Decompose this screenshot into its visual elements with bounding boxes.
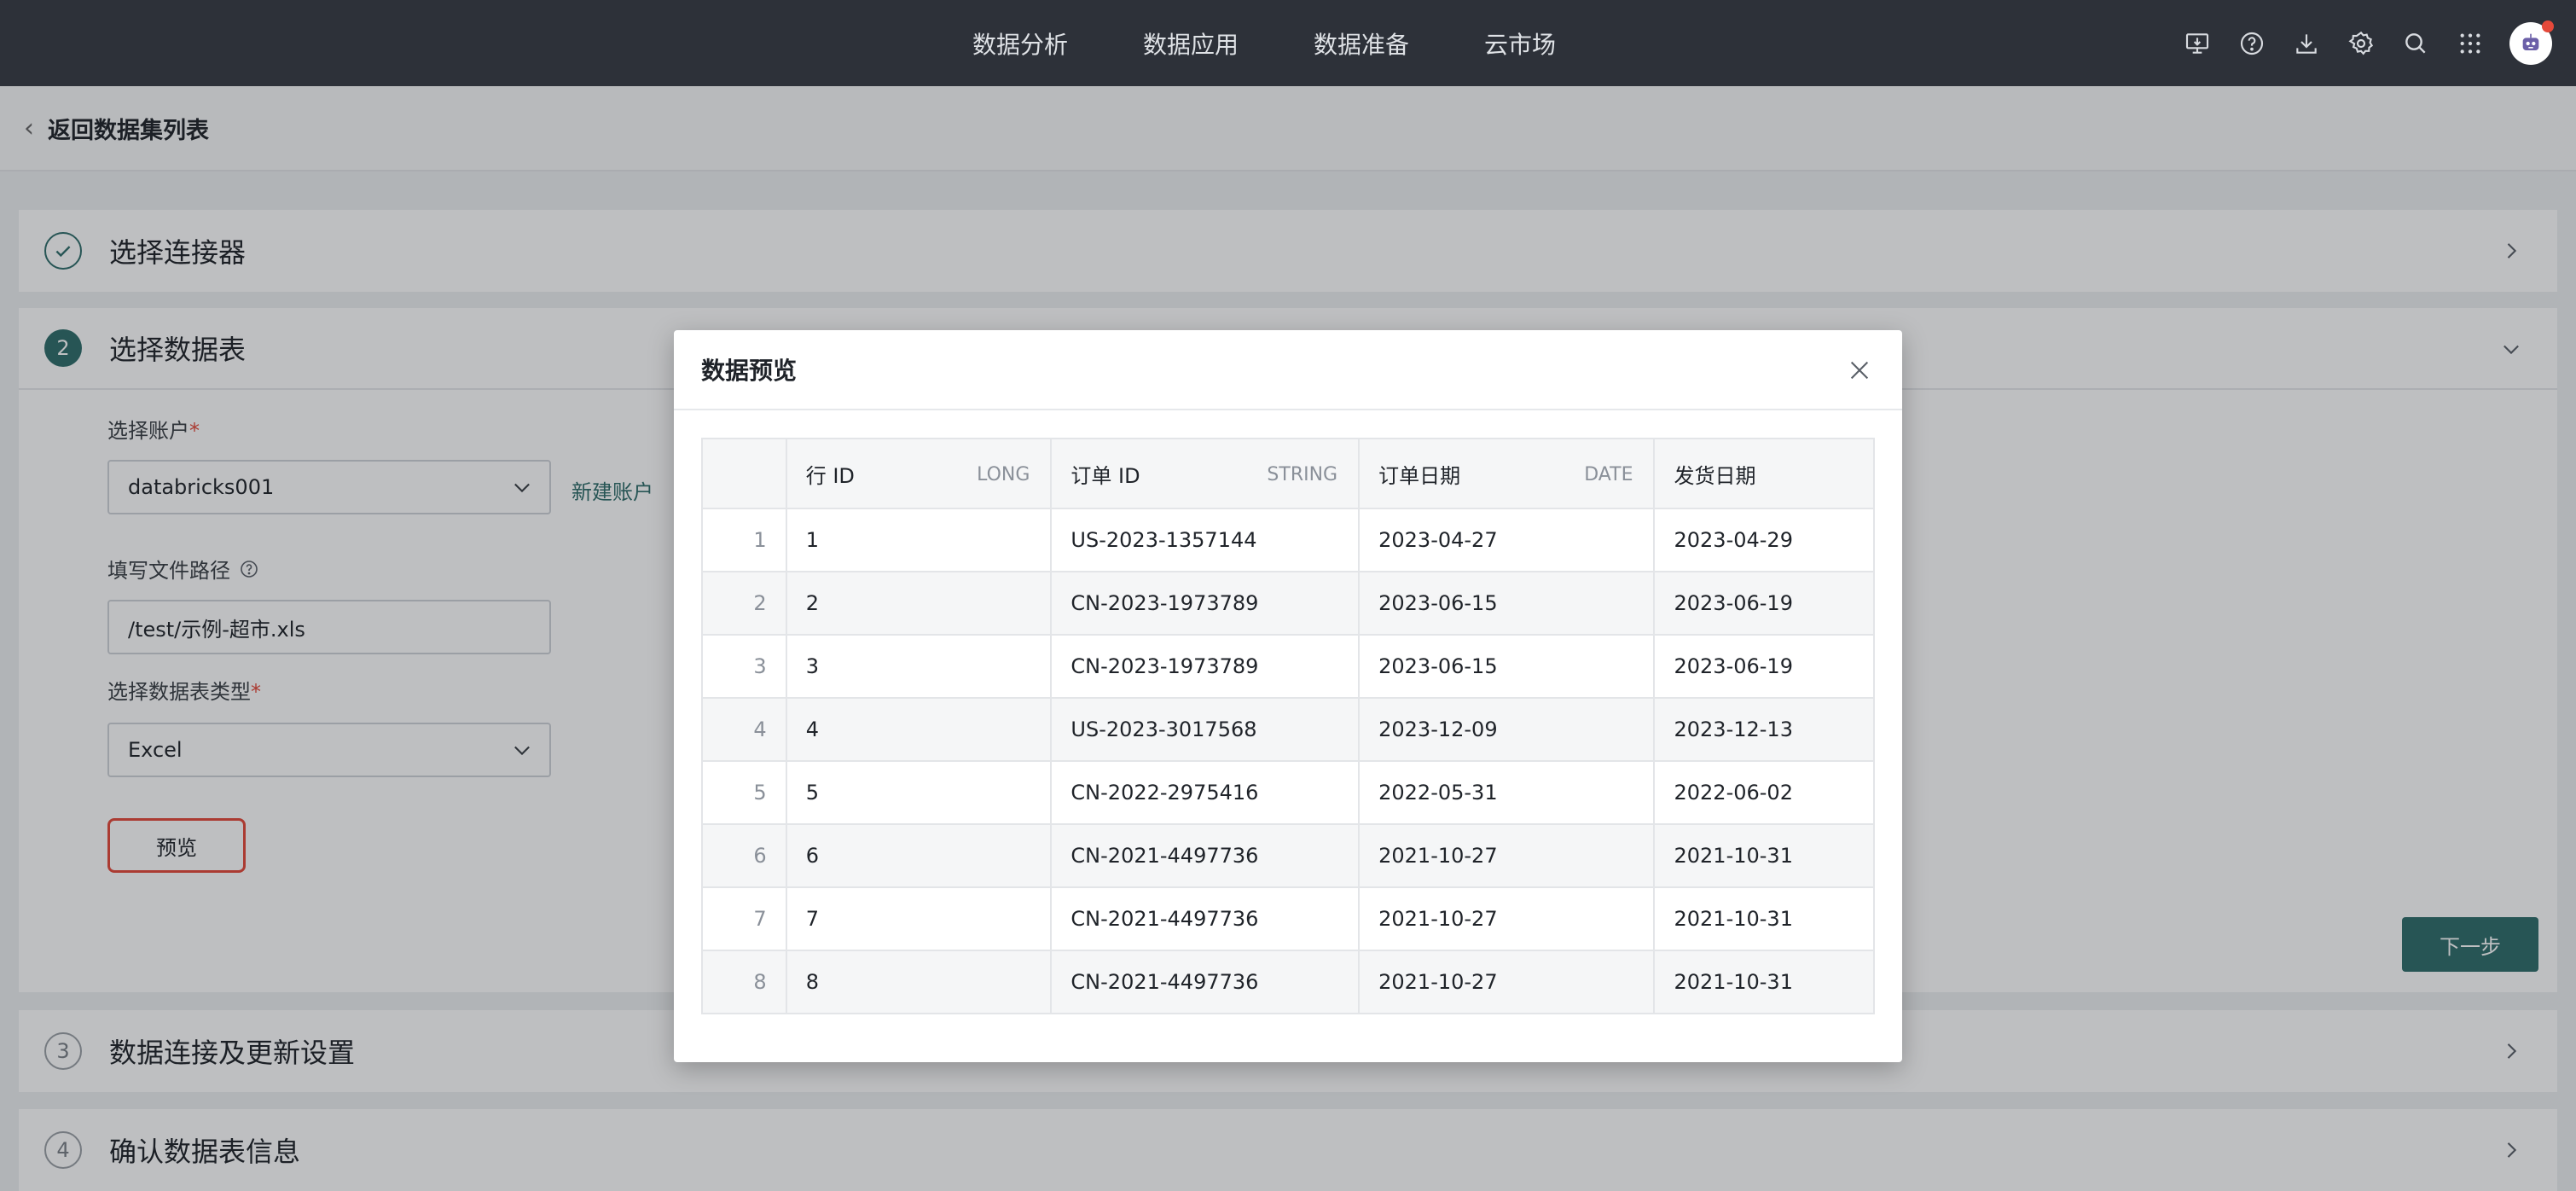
cell-index: 8 — [701, 950, 787, 1014]
cell-index: 2 — [701, 571, 787, 636]
table-header-row: 行 ID LONG 订单 ID STRING 订单日期 DATE 发货日期 — [701, 438, 1875, 509]
cell-ship-date: 2023-06-19 — [1653, 634, 1875, 699]
table-row: 7 7 CN-2021-4497736 2021-10-27 2021-10-31 — [701, 886, 1875, 951]
cell-row-id: 6 — [785, 823, 1053, 888]
column-header-row-id[interactable]: 行 ID LONG — [785, 438, 1053, 509]
cell-order-id: CN-2021-4497736 — [1050, 823, 1361, 888]
monitor-download-icon[interactable] — [2170, 16, 2225, 71]
cell-order-date: 2021-10-27 — [1358, 886, 1656, 951]
cell-row-id: 5 — [785, 760, 1053, 825]
cell-ship-date: 2023-04-29 — [1653, 508, 1875, 572]
cell-ship-date: 2023-12-13 — [1653, 697, 1875, 762]
column-type: STRING — [1267, 463, 1338, 485]
cell-order-id: CN-2021-4497736 — [1050, 886, 1361, 951]
column-header-ship-date[interactable]: 发货日期 — [1653, 438, 1875, 509]
cell-row-id: 2 — [785, 571, 1053, 636]
cell-index: 7 — [701, 886, 787, 951]
table-row: 4 4 US-2023-3017568 2023-12-09 2023-12-13 — [701, 697, 1875, 762]
table-row: 2 2 CN-2023-1973789 2023-06-15 2023-06-19 — [701, 571, 1875, 636]
modal-title: 数据预览 — [701, 357, 798, 385]
table-row: 5 5 CN-2022-2975416 2022-05-31 2022-06-02 — [701, 760, 1875, 825]
cell-order-date: 2023-04-27 — [1358, 508, 1656, 572]
cell-ship-date: 2021-10-31 — [1653, 886, 1875, 951]
top-bar: 数据分析 数据应用 数据准备 云市场 — [0, 0, 2576, 86]
avatar[interactable] — [2509, 20, 2554, 65]
cell-order-date: 2021-10-27 — [1358, 950, 1656, 1014]
close-icon[interactable] — [1848, 358, 1871, 382]
cell-index: 4 — [701, 697, 787, 762]
cell-index: 6 — [701, 823, 787, 888]
cell-order-id: US-2023-3017568 — [1050, 697, 1361, 762]
nav-item-data-analysis[interactable]: 数据分析 — [972, 26, 1068, 61]
column-header-order-date[interactable]: 订单日期 DATE — [1358, 438, 1656, 509]
notification-dot — [2542, 20, 2554, 32]
top-icons — [2170, 0, 2554, 86]
apps-grid-icon[interactable] — [2443, 16, 2498, 71]
cell-row-id: 3 — [785, 634, 1053, 699]
cell-ship-date: 2021-10-31 — [1653, 950, 1875, 1014]
cell-order-date: 2023-12-09 — [1358, 697, 1656, 762]
cell-ship-date: 2023-06-19 — [1653, 571, 1875, 636]
cell-order-date: 2022-05-31 — [1358, 760, 1656, 825]
cell-index: 3 — [701, 634, 787, 699]
table-row: 1 1 US-2023-1357144 2023-04-27 2023-04-29 — [701, 508, 1875, 572]
cell-order-id: US-2023-1357144 — [1050, 508, 1361, 572]
nav-item-marketplace[interactable]: 云市场 — [1484, 26, 1556, 61]
column-header-order-id[interactable]: 订单 ID STRING — [1050, 438, 1361, 509]
table-row: 6 6 CN-2021-4497736 2021-10-27 2021-10-31 — [701, 823, 1875, 888]
table-row: 8 8 CN-2021-4497736 2021-10-27 2021-10-31 — [701, 950, 1875, 1014]
modal-header: 数据预览 — [674, 330, 1902, 410]
search-icon[interactable] — [2388, 16, 2443, 71]
help-icon[interactable] — [2225, 16, 2279, 71]
column-type: DATE — [1584, 463, 1633, 485]
download-icon[interactable] — [2279, 16, 2334, 71]
column-type: LONG — [977, 463, 1030, 485]
cell-order-id: CN-2021-4497736 — [1050, 950, 1361, 1014]
preview-table-scroll[interactable]: 行 ID LONG 订单 ID STRING 订单日期 DATE 发货日期 1 1 US-… — [701, 438, 1875, 1035]
cell-index: 5 — [701, 760, 787, 825]
cell-ship-date: 2022-06-02 — [1653, 760, 1875, 825]
cell-order-date: 2023-06-15 — [1358, 634, 1656, 699]
cell-order-id: CN-2023-1973789 — [1050, 571, 1361, 636]
cell-order-id: CN-2023-1973789 — [1050, 634, 1361, 699]
cell-row-id: 7 — [785, 886, 1053, 951]
cell-order-date: 2021-10-27 — [1358, 823, 1656, 888]
cell-row-id: 4 — [785, 697, 1053, 762]
preview-table: 行 ID LONG 订单 ID STRING 订单日期 DATE 发货日期 1 1 US-… — [701, 438, 1875, 1014]
data-preview-modal: 数据预览 行 ID LONG 订单 ID STRING 订单日期 DATE 发货日期 … — [674, 330, 1902, 1062]
cell-row-id: 1 — [785, 508, 1053, 572]
nav-item-data-prep[interactable]: 数据准备 — [1314, 26, 1409, 61]
table-row: 3 3 CN-2023-1973789 2023-06-15 2023-06-19 — [701, 634, 1875, 699]
column-header-index — [701, 438, 787, 509]
cell-ship-date: 2021-10-31 — [1653, 823, 1875, 888]
cell-order-id: CN-2022-2975416 — [1050, 760, 1361, 825]
nav-item-data-apps[interactable]: 数据应用 — [1143, 26, 1239, 61]
gear-icon[interactable] — [2334, 16, 2388, 71]
cell-row-id: 8 — [785, 950, 1053, 1014]
cell-order-date: 2023-06-15 — [1358, 571, 1656, 636]
top-nav: 数据分析 数据应用 数据准备 云市场 — [972, 0, 1631, 86]
cell-index: 1 — [701, 508, 787, 572]
